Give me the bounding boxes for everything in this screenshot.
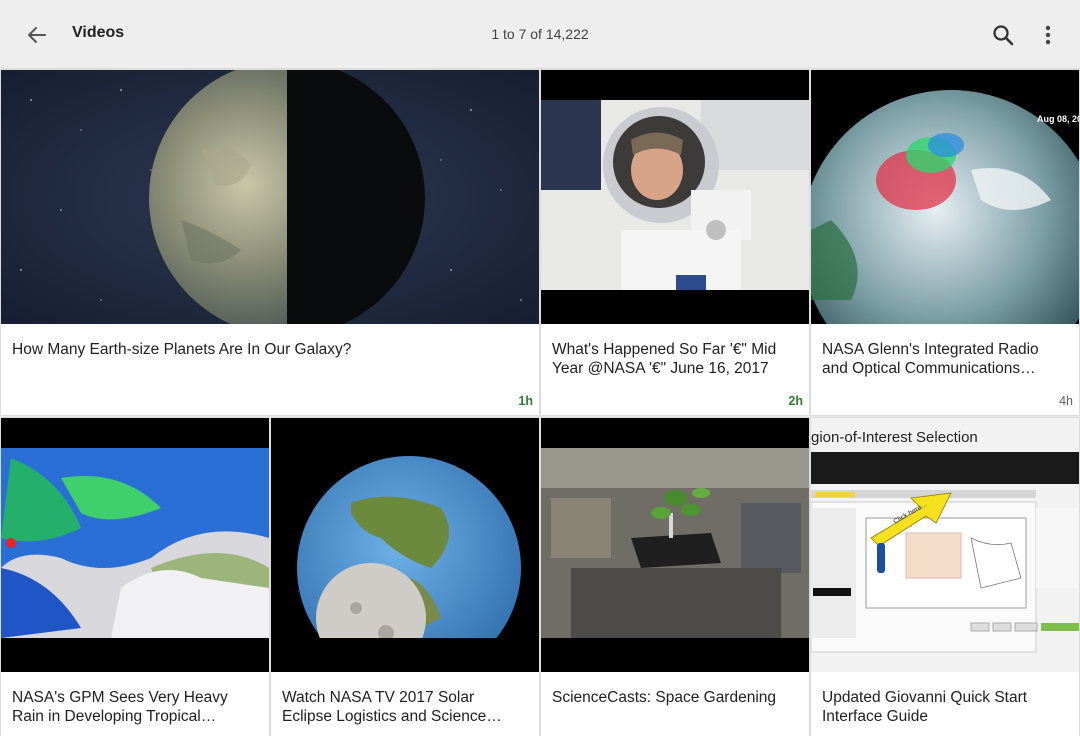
page-title: Videos <box>72 24 125 41</box>
app-bar: Videos 1 to 7 of 14,222 <box>0 0 1080 69</box>
video-title: NASA's GPM Sees Very Heavy Rain in Devel… <box>12 689 228 725</box>
video-title: Updated Giovanni Quick Start Interface G… <box>822 689 1028 725</box>
video-card[interactable]: Watch NASA TV 2017 Solar Eclipse Logisti… <box>271 418 539 736</box>
more-vert-icon <box>1045 25 1051 45</box>
video-thumbnail <box>1 418 269 672</box>
video-card[interactable]: gion-of-Interest Selection Click here...… <box>811 418 1079 736</box>
video-age: 1h <box>518 394 533 408</box>
thumbnail-heading-text: gion-of-Interest Selection <box>811 429 978 446</box>
video-card[interactable]: What's Happened So Far '€" Mid Year @NAS… <box>541 70 809 415</box>
video-card[interactable]: ScienceCasts: Space Gardening <box>541 418 809 736</box>
video-thumbnail <box>1 70 539 324</box>
video-title: Watch NASA TV 2017 Solar Eclipse Logisti… <box>282 689 487 725</box>
arrow-back-icon <box>28 27 46 43</box>
video-age: 2h <box>788 394 803 408</box>
video-thumbnail <box>541 418 809 672</box>
video-title: What's Happened So Far '€" Mid Year @NAS… <box>552 341 777 377</box>
video-card[interactable]: Aug 08, 20 NASA Glenn's Integrated Radio… <box>811 70 1079 415</box>
video-thumbnail: Aug 08, 20 <box>811 70 1079 324</box>
video-age: 4h <box>1059 394 1073 408</box>
video-thumbnail <box>541 70 809 324</box>
results-count: 1 to 7 of 14,222 <box>491 26 589 42</box>
video-title: How Many Earth-size Planets Are In Our G… <box>12 341 352 358</box>
search-icon <box>993 25 1014 46</box>
video-card[interactable]: NASA's GPM Sees Very Heavy Rain in Devel… <box>1 418 269 736</box>
video-title: NASA Glenn's Integrated Radio and Optica… <box>822 341 1039 377</box>
video-title: ScienceCasts: Space Gardening <box>552 689 777 706</box>
back-button[interactable] <box>24 22 50 48</box>
video-thumbnail: gion-of-Interest Selection Click here... <box>811 418 1079 672</box>
video-card[interactable]: How Many Earth-size Planets Are In Our G… <box>1 70 539 415</box>
video-thumbnail <box>271 418 539 672</box>
more-options-button[interactable] <box>1036 22 1060 48</box>
thumbnail-date-text: Aug 08, 20 <box>1037 114 1079 124</box>
search-button[interactable] <box>990 22 1016 48</box>
